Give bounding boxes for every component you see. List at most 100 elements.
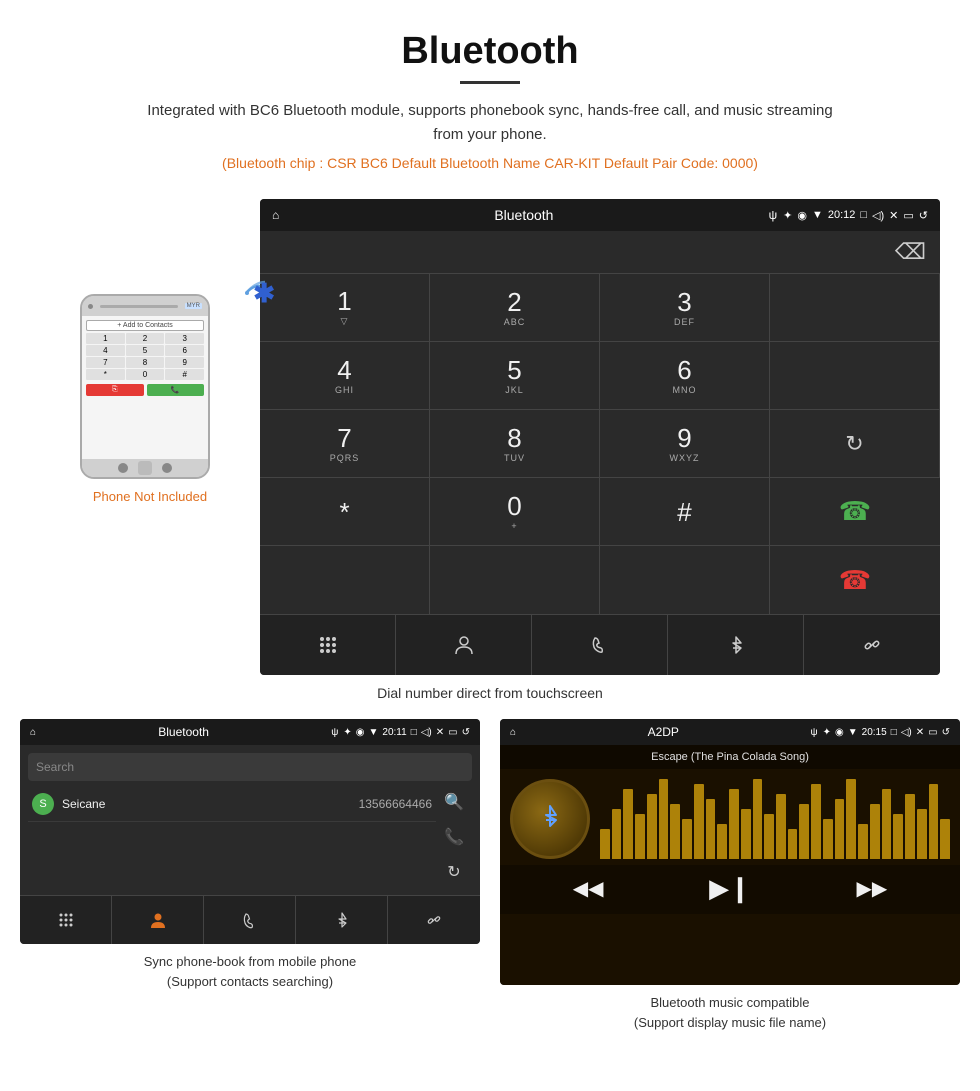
search-bar[interactable]: Search — [28, 753, 472, 781]
pb-status-icons: ✦ ◉ ▼ 20:11 □ ◁) ✕ ▭ ↺ — [343, 727, 470, 738]
dialer-nav-phone[interactable] — [532, 615, 668, 675]
key-star[interactable]: * — [260, 478, 430, 546]
phone-bar — [100, 305, 178, 308]
dialer-status-bar: ⌂ Bluetooth ψ ✦ ◉ ▼ 20:12 □ ◁) ✕ ▭ ↺ — [260, 199, 940, 231]
pb-link-icon — [425, 911, 443, 929]
dialer-nav-link[interactable] — [804, 615, 940, 675]
bt-signal-group: ✱ — [229, 264, 265, 296]
pb-nav-link[interactable] — [388, 896, 480, 944]
dialer-bottom-bar — [260, 614, 940, 675]
key-1[interactable]: 1 ▽ — [260, 274, 430, 342]
reload-right-icon[interactable]: ↻ — [447, 862, 460, 882]
pb-back-icon: ↺ — [462, 727, 470, 738]
key-2[interactable]: 2 ABC — [430, 274, 600, 342]
key-4[interactable]: 4 GHI — [260, 342, 430, 410]
viz-bar — [623, 789, 633, 859]
key-7[interactable]: 7 PQRS — [260, 410, 430, 478]
key-6[interactable]: 6 MNO — [600, 342, 770, 410]
phone-body: MYR + Add to Contacts 1 2 3 4 5 6 7 8 9 … — [80, 294, 210, 479]
window-rect-icon: ▭ — [903, 209, 913, 222]
contact-letter: S — [32, 793, 54, 815]
music-signal-icon: ▼ — [848, 727, 858, 738]
music-time: 20:15 — [862, 727, 887, 738]
key-call[interactable]: ☎ — [770, 478, 940, 546]
phone-key-0: 0 — [126, 369, 165, 380]
key-hash[interactable]: # — [600, 478, 770, 546]
key-6-sub: MNO — [673, 385, 697, 395]
key-1-sub: ▽ — [341, 316, 349, 327]
key-hash-main: # — [677, 499, 691, 525]
key-hangup[interactable]: ☎ — [770, 546, 940, 614]
phone-key-hash: # — [165, 369, 204, 380]
phone-key-6: 6 — [165, 345, 204, 356]
key-8[interactable]: 8 TUV — [430, 410, 600, 478]
phone-end-btn: ⎘ — [86, 384, 144, 396]
music-controls: ◀◀ ▶❙ ▶▶ — [500, 865, 960, 914]
pb-nav-user[interactable] — [112, 896, 204, 944]
music-caption: Bluetooth music compatible(Support displ… — [634, 993, 826, 1032]
prev-track-button[interactable]: ◀◀ — [573, 876, 604, 901]
music-rect-icon: ▭ — [928, 727, 937, 738]
key-empty-2 — [770, 342, 940, 410]
dialer-status-icons: ✦ ◉ ▼ 20:12 □ ◁) ✕ ▭ ↺ — [783, 209, 928, 222]
next-track-button[interactable]: ▶▶ — [856, 876, 887, 901]
pb-home-icon: ⌂ — [30, 727, 36, 738]
phone-screen: + Add to Contacts 1 2 3 4 5 6 7 8 9 * 0 … — [82, 316, 208, 459]
phone-carrier-label: MYR — [185, 303, 202, 309]
phonebook-content: Search S Seicane 13566664466 🔍 📞 ↻ — [20, 745, 480, 895]
viz-bar — [858, 824, 868, 859]
bt-status-icon: ✦ — [783, 209, 792, 222]
key-2-main: 2 — [507, 289, 521, 315]
play-pause-button[interactable]: ▶❙ — [709, 873, 751, 904]
dialer-wrapper: ⌂ Bluetooth ψ ✦ ◉ ▼ 20:12 □ ◁) ✕ ▭ ↺ ⌫ — [260, 199, 940, 675]
search-right-icon[interactable]: 🔍 — [444, 792, 464, 812]
phone-keypad: 1 2 3 4 5 6 7 8 9 * 0 # — [86, 333, 204, 380]
add-to-contacts-label: + Add to Contacts — [86, 320, 204, 331]
key-extra-2 — [430, 546, 600, 614]
pb-bt-icon: ✦ — [343, 727, 351, 738]
key-reload[interactable]: ↻ — [770, 410, 940, 478]
music-close-icon: ✕ — [916, 727, 924, 738]
dialer-nav-keypad[interactable] — [260, 615, 396, 675]
dialer-nav-contacts[interactable] — [396, 615, 532, 675]
viz-bar — [753, 779, 763, 859]
pb-gps-icon: ◉ — [356, 727, 365, 738]
viz-bar — [659, 779, 669, 859]
music-usb-icon: ψ — [810, 727, 817, 738]
music-visualizer — [600, 779, 950, 859]
viz-bar — [788, 829, 798, 859]
backspace-button[interactable]: ⌫ — [895, 239, 926, 265]
music-status-icons: ✦ ◉ ▼ 20:15 □ ◁) ✕ ▭ ↺ — [823, 727, 950, 738]
phone-key-3: 3 — [165, 333, 204, 344]
music-gps-icon: ◉ — [835, 727, 844, 738]
contact-row[interactable]: S Seicane 13566664466 — [28, 787, 436, 822]
pb-volume-icon: ◁) — [421, 727, 432, 738]
viz-bar — [694, 784, 704, 859]
viz-bar — [682, 819, 692, 859]
key-5[interactable]: 5 JKL — [430, 342, 600, 410]
key-0[interactable]: 0 + — [430, 478, 600, 546]
pb-nav-bluetooth[interactable] — [296, 896, 388, 944]
music-status-bar: ⌂ A2DP ψ ✦ ◉ ▼ 20:15 □ ◁) ✕ ▭ ↺ — [500, 719, 960, 745]
bluetooth-logo-icon: ✱ — [253, 280, 275, 306]
pb-nav-phone[interactable] — [204, 896, 296, 944]
viz-bar — [823, 819, 833, 859]
pb-title: Bluetooth — [41, 725, 326, 739]
reload-icon: ↻ — [845, 431, 863, 457]
key-3[interactable]: 3 DEF — [600, 274, 770, 342]
dialer-nav-bluetooth[interactable] — [668, 615, 804, 675]
viz-bar — [799, 804, 809, 859]
pb-keypad-icon — [57, 911, 75, 929]
phone-screen-top: MYR — [82, 296, 208, 316]
page-description: Integrated with BC6 Bluetooth module, su… — [140, 99, 840, 147]
viz-bar — [764, 814, 774, 859]
key-9[interactable]: 9 WXYZ — [600, 410, 770, 478]
music-content: Escape (The Pina Colada Song) — [500, 745, 960, 985]
pb-nav-keypad[interactable] — [20, 896, 112, 944]
viz-bar — [741, 809, 751, 859]
pb-usb-icon: ψ — [331, 727, 338, 738]
call-right-icon[interactable]: 📞 — [444, 827, 464, 847]
bottom-screenshots: ⌂ Bluetooth ψ ✦ ◉ ▼ 20:11 □ ◁) ✕ ▭ ↺ — [0, 719, 980, 1032]
page-title: Bluetooth — [20, 30, 960, 73]
phone-key-star: * — [86, 369, 125, 380]
